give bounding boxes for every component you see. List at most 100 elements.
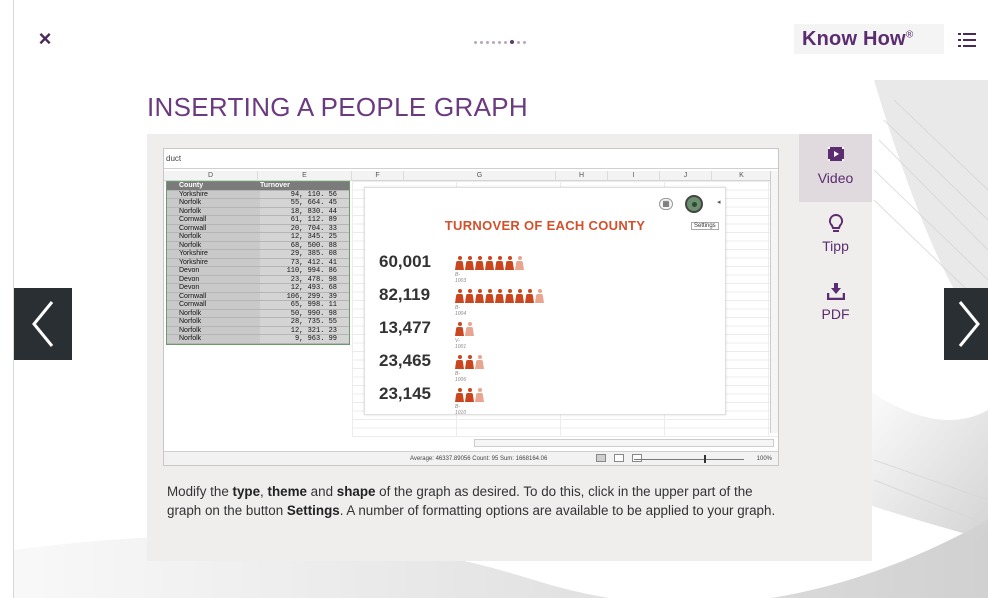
cell-county[interactable]: Cornwall <box>167 301 260 310</box>
video-icon <box>827 146 845 167</box>
cell-turnover[interactable]: 12, 345. 25 <box>259 233 349 242</box>
table-row: Cornwall 106, 299. 39 <box>167 292 349 301</box>
cell-county[interactable]: Norfolk <box>167 309 260 318</box>
person-icon <box>455 289 464 303</box>
cell-turnover[interactable]: 110, 994. 86 <box>259 267 349 276</box>
page-dot[interactable] <box>498 40 501 44</box>
header-county[interactable]: County <box>167 182 260 191</box>
people-graph-value: 13,477 <box>379 318 431 337</box>
header-turnover[interactable]: Turnover <box>259 182 349 191</box>
person-icon <box>525 289 534 303</box>
data-table-icon[interactable]: ▦ <box>659 198 673 210</box>
cell-turnover[interactable]: 18, 830. 44 <box>259 207 349 216</box>
cell-turnover[interactable]: 65, 998. 11 <box>259 301 349 310</box>
cell-county[interactable]: Yorkshire <box>167 190 260 199</box>
cell-turnover[interactable]: 12, 493. 68 <box>259 284 349 293</box>
person-icon <box>465 256 474 270</box>
page-dot[interactable] <box>492 40 495 44</box>
download-icon <box>826 282 845 305</box>
cell-county[interactable]: Norfolk <box>167 199 260 208</box>
table-row: Devon 12, 493. 68 <box>167 284 349 293</box>
cell-turnover[interactable]: 28, 735. 55 <box>259 318 349 327</box>
column-letter[interactable]: H <box>556 171 608 181</box>
cell-turnover[interactable]: 55, 664. 45 <box>259 199 349 208</box>
person-icon <box>455 322 464 336</box>
column-letter[interactable]: J <box>660 171 712 181</box>
tab-video[interactable]: Video <box>799 134 872 202</box>
normal-view-icon[interactable] <box>596 454 606 462</box>
table-row: Devon 23, 478. 98 <box>167 275 349 284</box>
previous-page-button[interactable] <box>14 288 72 360</box>
cell-turnover[interactable]: 20, 704. 33 <box>259 224 349 233</box>
tab-pdf[interactable]: PDF <box>799 270 872 338</box>
cell-county[interactable]: Norfolk <box>167 207 260 216</box>
cell-turnover[interactable]: 50, 990. 98 <box>259 309 349 318</box>
cell-county[interactable]: Cornwall <box>167 292 260 301</box>
table-row: Norfolk 18, 830. 44 <box>167 207 349 216</box>
cell-county[interactable]: Cornwall <box>167 224 260 233</box>
close-button[interactable]: × <box>34 28 56 50</box>
people-icons <box>455 322 474 338</box>
person-icon <box>505 256 514 270</box>
column-letter[interactable]: D <box>164 171 258 181</box>
next-page-button[interactable] <box>944 288 988 360</box>
people-icons <box>455 388 484 404</box>
vertical-scrollbar[interactable] <box>770 171 778 433</box>
page-dot[interactable] <box>504 40 507 44</box>
cell-county[interactable]: Yorkshire <box>167 250 260 259</box>
cell-county[interactable]: Devon <box>167 267 260 276</box>
cell-county[interactable]: Norfolk <box>167 326 260 335</box>
chevron-right-icon <box>958 301 980 347</box>
formula-bar: duct <box>164 149 778 169</box>
page-dot[interactable] <box>480 40 483 44</box>
cell-turnover[interactable]: 29, 385. 08 <box>259 250 349 259</box>
page-dot[interactable] <box>517 40 520 44</box>
cell-turnover[interactable]: 12, 321. 23 <box>259 326 349 335</box>
tab-video-label: Video <box>817 170 854 186</box>
data-table: County Turnover Yorkshire 94, 110. 56 Norfol… <box>166 181 350 345</box>
cell-county[interactable]: Norfolk <box>167 233 260 242</box>
people-graph-sublabel: B-1010 <box>455 404 467 416</box>
zoom-knob[interactable] <box>704 455 706 463</box>
cell-county[interactable]: Devon <box>167 275 260 284</box>
cell-county[interactable]: Norfolk <box>167 241 260 250</box>
page-dot[interactable] <box>474 40 477 44</box>
people-graph-sublabel: B-1003 <box>455 272 467 284</box>
menu-button[interactable] <box>958 32 976 48</box>
cell-county[interactable]: Norfolk <box>167 318 260 327</box>
cell-county[interactable]: Yorkshire <box>167 258 260 267</box>
page-dot[interactable] <box>523 40 526 44</box>
cell-turnover[interactable]: 73, 412. 41 <box>259 258 349 267</box>
person-partial-icon <box>475 388 484 402</box>
view-buttons[interactable] <box>596 454 642 462</box>
people-graph-value: 23,465 <box>379 351 431 370</box>
people-icons <box>455 289 544 305</box>
tab-tipp[interactable]: Tipp <box>799 202 872 270</box>
column-letter[interactable]: G <box>404 171 556 181</box>
column-letter[interactable]: F <box>352 171 404 181</box>
page-break-view-icon[interactable] <box>632 454 642 462</box>
status-summary: Average: 46337.89056 Count: 95 Sum: 1668… <box>410 456 548 462</box>
horizontal-scrollbar[interactable] <box>474 439 774 447</box>
column-letter[interactable]: K <box>712 171 772 181</box>
column-letter[interactable]: E <box>258 171 352 181</box>
page-layout-view-icon[interactable] <box>614 454 624 462</box>
excel-screenshot: duct DEFGHIJK County Turnover Yorkshire 94,… <box>163 148 779 466</box>
cell-turnover[interactable]: 94, 110. 56 <box>259 190 349 199</box>
column-letter[interactable]: I <box>608 171 660 181</box>
cell-turnover[interactable]: 106, 299. 39 <box>259 292 349 301</box>
zoom-slider[interactable] <box>634 459 744 460</box>
cell-turnover[interactable]: 9, 963. 99 <box>259 335 349 344</box>
page-dot[interactable] <box>510 40 514 44</box>
settings-gear-icon[interactable] <box>685 195 703 213</box>
logo-mark: ® <box>905 29 914 41</box>
cell-county[interactable]: Norfolk <box>167 335 260 344</box>
table-row: Cornwall 65, 998. 11 <box>167 301 349 310</box>
cell-county[interactable]: Cornwall <box>167 216 260 225</box>
cell-turnover[interactable]: 23, 478. 98 <box>259 275 349 284</box>
cell-county[interactable]: Devon <box>167 284 260 293</box>
page-dot[interactable] <box>486 40 489 44</box>
cell-turnover[interactable]: 61, 112. 89 <box>259 216 349 225</box>
person-icon <box>475 289 484 303</box>
cell-turnover[interactable]: 68, 500. 88 <box>259 241 349 250</box>
